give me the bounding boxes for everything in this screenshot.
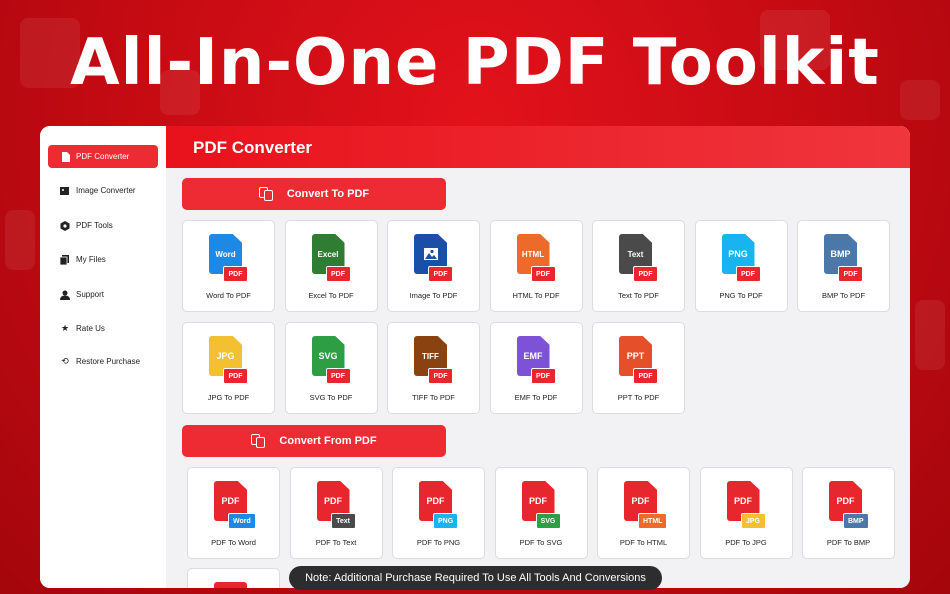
tool-label: Text To PDF [618,291,659,300]
tool-card-partial[interactable] [187,568,280,588]
tool-card-pdf-to-html[interactable]: PDF HTML PDF To HTML [597,467,690,559]
pdf-doc-icon [60,151,70,162]
convert-from-pdf-button[interactable]: Convert From PDF [182,425,446,457]
tool-card-emf-to-pdf[interactable]: EMF PDF EMF To PDF [489,322,583,414]
tool-label: JPG To PDF [207,393,250,402]
tool-card-pdf-to-text[interactable]: PDF Text PDF To Text [289,467,383,559]
format-tag: PDF [735,266,761,282]
image-icon [60,186,70,196]
tool-card-pdf-to-word[interactable]: PDF Word PDF To Word [187,467,280,559]
section-label: Convert From PDF [279,435,377,447]
format-tag: PDF [633,368,658,384]
sidebar-item-pdf-converter[interactable]: PDF Converter [48,145,158,168]
tool-card-pdf-to-svg[interactable]: PDF SVG PDF To SVG [494,467,588,559]
sidebar: PDF Converter Image Converter PDF Tools … [40,126,166,588]
format-tag: PDF [325,368,351,384]
tool-card-pdf-to-bmp[interactable]: PDF BMP PDF To BMP [802,467,895,559]
format-tag: JPG [740,513,766,529]
format-tag: PDF [530,266,556,282]
convert-icon [251,434,267,448]
tool-card-excel-to-pdf[interactable]: Excel PDF Excel To PDF [284,220,378,312]
header-bar: PDF Converter [166,126,910,168]
sidebar-item-label: Restore Purchase [76,357,141,366]
tool-card-html-to-pdf[interactable]: HTML PDF HTML To PDF [489,220,583,312]
format-tag: PDF [223,368,248,384]
format-tag: PDF [428,368,453,384]
format-tag: PDF [223,266,248,282]
format-tag: PDF [428,266,453,282]
format-tag: HTML [638,513,668,529]
star-icon: ★ [60,323,70,333]
tool-card-png-to-pdf[interactable]: PNG PDF PNG To PDF [694,220,788,312]
format-tag: PDF [325,266,351,282]
tool-card-svg-to-pdf[interactable]: SVG PDF SVG To PDF [284,322,378,414]
tool-card-word-to-pdf[interactable]: Word PDF Word To PDF [182,220,275,312]
tool-card-text-to-pdf[interactable]: Text PDF Text To PDF [592,220,685,312]
tool-label: PDF To Text [315,538,357,547]
tool-label: Image To PDF [409,291,458,300]
tool-card-pdf-to-jpg[interactable]: PDF JPG PDF To JPG [699,467,793,559]
tool-label: PDF To BMP [826,538,871,547]
tool-label: TIFF To PDF [412,393,455,402]
purchase-note: Note: Additional Purchase Required To Us… [289,566,662,590]
tool-label: Word To PDF [206,291,251,300]
tool-label: BMP To PDF [821,291,866,300]
sidebar-item-label: PDF Tools [76,221,113,230]
tool-label: PDF To PNG [416,538,461,547]
format-tag: SVG [535,513,561,529]
tool-label: PDF To HTML [619,538,668,547]
tool-card-tiff-to-pdf[interactable]: TIFF PDF TIFF To PDF [387,322,480,414]
tool-card-pdf-to-png[interactable]: PDF PNG PDF To PNG [392,467,485,559]
tool-card-ppt-to-pdf[interactable]: PPT PDF PPT To PDF [592,322,685,414]
sidebar-item-rate-us[interactable]: ★ Rate Us [48,317,158,340]
headline: All-In-One PDF Toolkit [70,26,880,100]
sidebar-item-pdf-tools[interactable]: PDF Tools [48,214,158,237]
convert-to-pdf-button[interactable]: Convert To PDF [182,178,446,210]
tool-label: PDF To SVG [519,538,563,547]
sidebar-item-label: Support [76,290,105,299]
format-tag: PDF [530,368,556,384]
sidebar-item-support[interactable]: Support [48,283,158,306]
tool-label: PDF To Word [211,538,256,547]
format-tag: Word [228,513,256,529]
tool-label: PNG To PDF [719,291,763,300]
background-tile [5,210,35,270]
support-icon [60,290,70,300]
tool-label: EMF To PDF [514,393,558,402]
format-tag: PNG [433,513,459,529]
format-tag: PDF [838,266,863,282]
format-tag: Text [330,513,356,529]
tool-label: PDF To JPG [725,538,767,547]
section-label: Convert To PDF [286,188,370,200]
sidebar-item-restore-purchase[interactable]: ⟲ Restore Purchase [48,350,158,373]
convert-icon [258,187,275,201]
sidebar-item-my-files[interactable]: My Files [48,248,158,271]
sidebar-item-label: My Files [76,255,106,264]
sidebar-item-label: PDF Converter [76,152,130,161]
pdf-doc-icon [214,582,247,588]
tool-label: Excel To PDF [308,291,354,300]
tool-label: PPT To PDF [617,393,660,402]
restore-icon: ⟲ [61,356,69,366]
hexagon-tools-icon [60,220,70,231]
tool-card-bmp-to-pdf[interactable]: BMP PDF BMP To PDF [797,220,890,312]
tool-label: HTML To PDF [512,291,560,300]
files-icon [60,254,70,265]
sidebar-item-label: Rate Us [76,324,105,333]
background-tile [915,300,945,370]
tool-card-image-to-pdf[interactable]: PDF Image To PDF [387,220,480,312]
format-tag: BMP [843,513,869,529]
format-tag: PDF [633,266,658,282]
sidebar-item-image-converter[interactable]: Image Converter [48,179,158,202]
tool-card-jpg-to-pdf[interactable]: JPG PDF JPG To PDF [182,322,275,414]
tool-label: SVG To PDF [309,393,353,402]
sidebar-item-label: Image Converter [76,186,136,195]
app-window: PDF Converter Image Converter PDF Tools … [40,126,910,588]
page-title: PDF Converter [193,138,313,157]
